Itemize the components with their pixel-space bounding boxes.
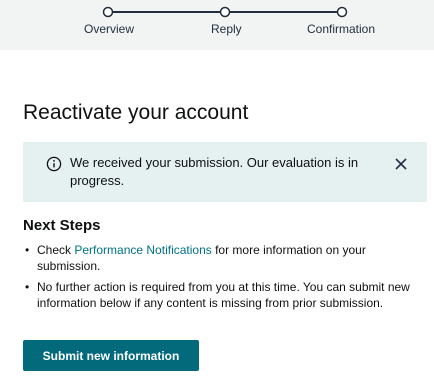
step-confirmation-dot: [336, 6, 348, 18]
alert-close-button[interactable]: [391, 154, 411, 174]
next-steps-list: • Check Performance Notifications for mo…: [23, 242, 423, 316]
step-confirmation-label: Confirmation: [307, 22, 376, 36]
submit-new-information-button[interactable]: Submit new information: [23, 340, 199, 371]
list-item-text: No further action is required from you a…: [37, 280, 410, 310]
performance-notifications-link[interactable]: Performance Notifications: [74, 243, 211, 257]
bullet-icon: •: [25, 243, 30, 257]
alert-message: We received your submission. Our evaluat…: [70, 155, 359, 188]
step-reply-dot: [219, 6, 231, 18]
next-steps-heading: Next Steps: [23, 217, 101, 234]
list-item-prefix: Check: [37, 243, 75, 257]
list-item: • Check Performance Notifications for mo…: [23, 242, 423, 274]
close-icon: [395, 158, 407, 170]
page-title: Reactivate your account: [23, 101, 249, 124]
list-item: • No further action is required from you…: [23, 279, 423, 311]
progress-stepper: Overview Reply Confirmation: [0, 0, 434, 50]
step-reply-label: Reply: [211, 22, 242, 36]
step-overview-label: Overview: [84, 22, 135, 36]
submission-status-alert: We received your submission. Our evaluat…: [23, 142, 427, 202]
step-overview-dot: [102, 6, 114, 18]
info-icon: [46, 156, 62, 172]
bullet-icon: •: [25, 280, 30, 294]
